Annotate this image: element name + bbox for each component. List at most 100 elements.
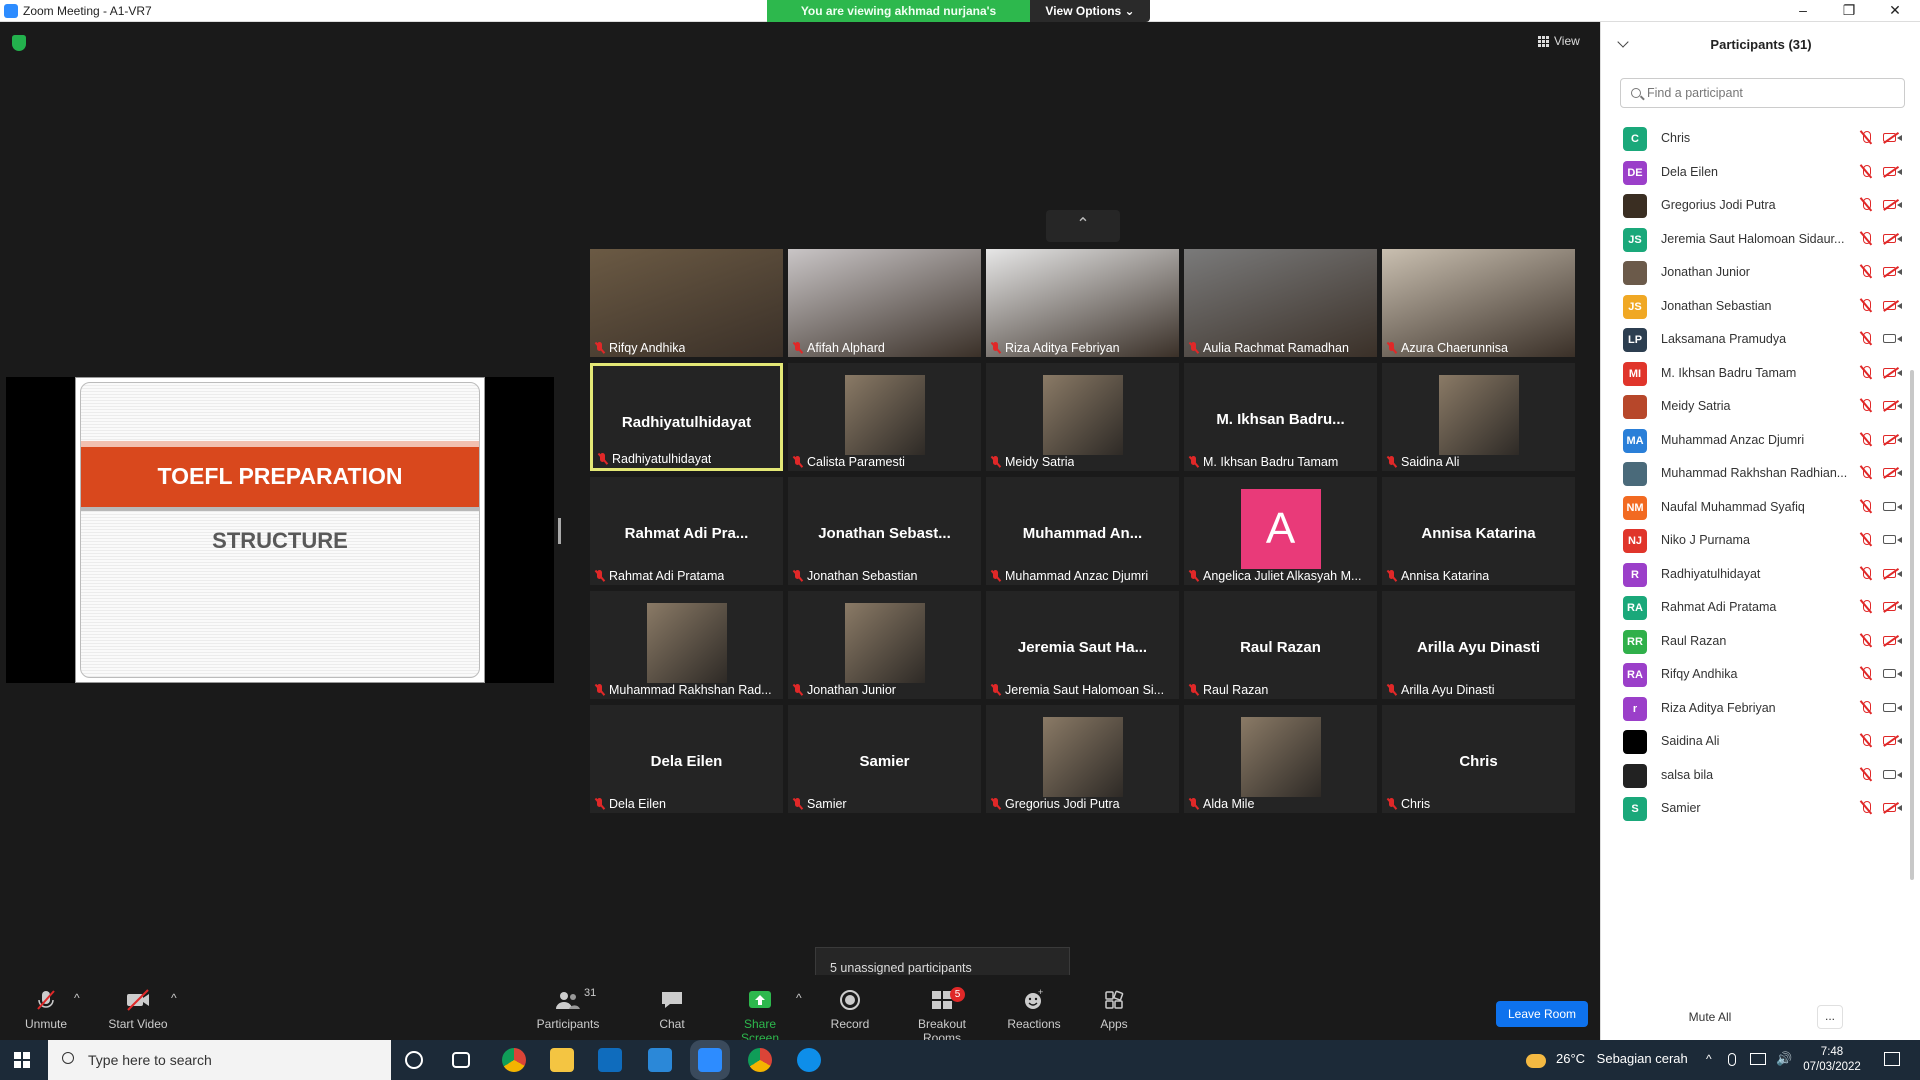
video-tile[interactable]: Annisa Katarina Annisa Katarina (1382, 477, 1575, 585)
chat-button[interactable]: Chat (652, 989, 692, 1031)
minimize-button[interactable]: – (1780, 0, 1826, 22)
mic-muted-icon[interactable] (1860, 700, 1872, 715)
tray-chevron-icon[interactable]: ^ (1706, 1052, 1712, 1066)
video-tile[interactable]: Rifqy Andhika (590, 249, 783, 357)
video-tile[interactable]: Dela Eilen Dela Eilen (590, 705, 783, 813)
video-tile[interactable]: Jonathan Junior (788, 591, 981, 699)
video-tile[interactable]: Samier Samier (788, 705, 981, 813)
mic-muted-icon[interactable] (1860, 265, 1872, 279)
unmute-button[interactable]: Unmute (22, 989, 70, 1031)
video-tile[interactable]: Jonathan Sebast... Jonathan Sebastian (788, 477, 981, 585)
participants-scrollbar[interactable] (1910, 370, 1914, 880)
taskbar-search-box[interactable]: Type here to search (48, 1040, 391, 1080)
find-participant-input[interactable]: Find a participant (1620, 78, 1905, 108)
apps-button[interactable]: Apps (1096, 989, 1132, 1031)
mic-muted-icon[interactable] (1860, 499, 1872, 514)
mic-muted-icon[interactable] (1860, 533, 1872, 547)
mic-muted-icon[interactable] (1860, 198, 1872, 212)
video-tile[interactable]: Arilla Ayu Dinasti Arilla Ayu Dinasti (1382, 591, 1575, 699)
windows-start-icon[interactable] (14, 1052, 30, 1068)
video-tile[interactable]: A Angelica Juliet Alkasyah M... (1184, 477, 1377, 585)
gallery-page-up-button[interactable]: ⌃ (1046, 210, 1120, 242)
camera-off-icon[interactable] (1883, 367, 1902, 377)
camera-off-icon[interactable] (1883, 803, 1902, 812)
camera-off-icon[interactable] (1883, 133, 1902, 142)
video-tile[interactable]: Afifah Alphard (788, 249, 981, 357)
mute-all-button[interactable]: Mute All (1670, 1005, 1750, 1029)
camera-icon[interactable] (1883, 669, 1902, 678)
chrome-icon[interactable] (502, 1048, 526, 1072)
video-tile[interactable]: Alda Mile (1184, 705, 1377, 813)
camera-off-icon[interactable] (1883, 434, 1902, 444)
mic-muted-icon[interactable] (1860, 332, 1872, 346)
camera-off-icon[interactable] (1883, 267, 1902, 276)
camera-off-icon[interactable] (1883, 166, 1902, 176)
camera-icon[interactable] (1883, 769, 1902, 779)
share-options-caret[interactable]: ^ (796, 991, 802, 1005)
camera-off-icon[interactable] (1883, 468, 1902, 477)
video-tile[interactable]: Riza Aditya Febriyan (986, 249, 1179, 357)
video-options-caret[interactable]: ^ (171, 991, 177, 1005)
file-explorer-icon[interactable] (550, 1048, 574, 1072)
mic-muted-icon[interactable] (1860, 164, 1872, 179)
mic-muted-icon[interactable] (1860, 734, 1872, 748)
microphone-tray-icon[interactable] (1728, 1053, 1736, 1066)
task-view-icon[interactable] (452, 1052, 470, 1068)
camera-off-icon[interactable] (1883, 233, 1902, 243)
close-button[interactable]: ✕ (1872, 0, 1918, 22)
camera-off-icon[interactable] (1883, 401, 1902, 410)
mic-muted-icon[interactable] (1860, 432, 1872, 447)
video-tile[interactable]: Saidina Ali (1382, 363, 1575, 471)
leave-room-button[interactable]: Leave Room (1496, 1001, 1588, 1027)
chrome-profile-icon[interactable] (748, 1048, 772, 1072)
mic-muted-icon[interactable] (1860, 801, 1872, 815)
mic-muted-icon[interactable] (1860, 667, 1872, 681)
cortana-icon[interactable] (405, 1051, 423, 1069)
video-tile[interactable]: Meidy Satria (986, 363, 1179, 471)
video-tile[interactable]: Radhiyatulhidayat Radhiyatulhidayat (590, 363, 783, 471)
camera-off-icon[interactable] (1883, 200, 1902, 209)
audio-options-caret[interactable]: ^ (74, 991, 80, 1005)
maximize-button[interactable]: ❐ (1826, 0, 1872, 22)
share-screen-button[interactable]: Share Screen (724, 989, 796, 1045)
video-tile[interactable]: Aulia Rachmat Ramadhan (1184, 249, 1377, 357)
camera-off-icon[interactable] (1883, 736, 1902, 745)
video-tile[interactable]: Jeremia Saut Ha... Jeremia Saut Halomoan … (986, 591, 1179, 699)
mic-muted-icon[interactable] (1860, 600, 1872, 614)
weather-widget[interactable]: 26°C Sebagian cerah (1556, 1051, 1688, 1066)
mic-muted-icon[interactable] (1860, 466, 1872, 480)
camera-icon[interactable] (1883, 334, 1902, 343)
taskbar-clock[interactable]: 7:48 07/03/2022 (1796, 1045, 1868, 1075)
record-button[interactable]: Record (826, 989, 874, 1031)
video-tile[interactable]: Rahmat Adi Pra... Rahmat Adi Pratama (590, 477, 783, 585)
notifications-icon[interactable] (1884, 1052, 1900, 1066)
camera-off-icon[interactable] (1883, 300, 1902, 310)
video-tile[interactable]: Calista Paramesti (788, 363, 981, 471)
video-tile[interactable]: M. Ikhsan Badru... M. Ikhsan Badru Tamam (1184, 363, 1377, 471)
network-icon[interactable] (1750, 1053, 1766, 1065)
mic-muted-icon[interactable] (1860, 131, 1872, 145)
camera-off-icon[interactable] (1883, 602, 1902, 611)
mic-muted-icon[interactable] (1860, 399, 1872, 413)
camera-icon[interactable] (1883, 535, 1902, 544)
view-options-button[interactable]: View Options ⌄ (1030, 0, 1150, 22)
camera-icon[interactable] (1883, 501, 1902, 511)
camera-off-icon[interactable] (1883, 635, 1902, 645)
reactions-button[interactable]: + Reactions (1006, 989, 1062, 1031)
video-tile[interactable]: Chris Chris (1382, 705, 1575, 813)
view-button[interactable]: View (1538, 34, 1580, 48)
volume-icon[interactable]: 🔊 (1776, 1051, 1792, 1067)
mic-muted-icon[interactable] (1860, 633, 1872, 648)
video-tile[interactable]: Muhammad Rakhshan Rad... (590, 591, 783, 699)
camera-off-icon[interactable] (1883, 568, 1902, 578)
teamviewer-icon[interactable] (797, 1048, 821, 1072)
zoom-taskbar-icon[interactable] (698, 1048, 722, 1072)
breakout-rooms-button[interactable]: 5 Breakout Rooms (898, 987, 986, 1045)
participants-button[interactable]: 31 Participants (536, 987, 600, 1031)
video-tile[interactable]: Muhammad An... Muhammad Anzac Djumri (986, 477, 1179, 585)
camera-icon[interactable] (1883, 702, 1902, 712)
mail-icon[interactable] (648, 1048, 672, 1072)
mic-muted-icon[interactable] (1860, 231, 1872, 246)
mic-muted-icon[interactable] (1860, 365, 1872, 380)
security-shield-icon[interactable] (12, 35, 26, 51)
